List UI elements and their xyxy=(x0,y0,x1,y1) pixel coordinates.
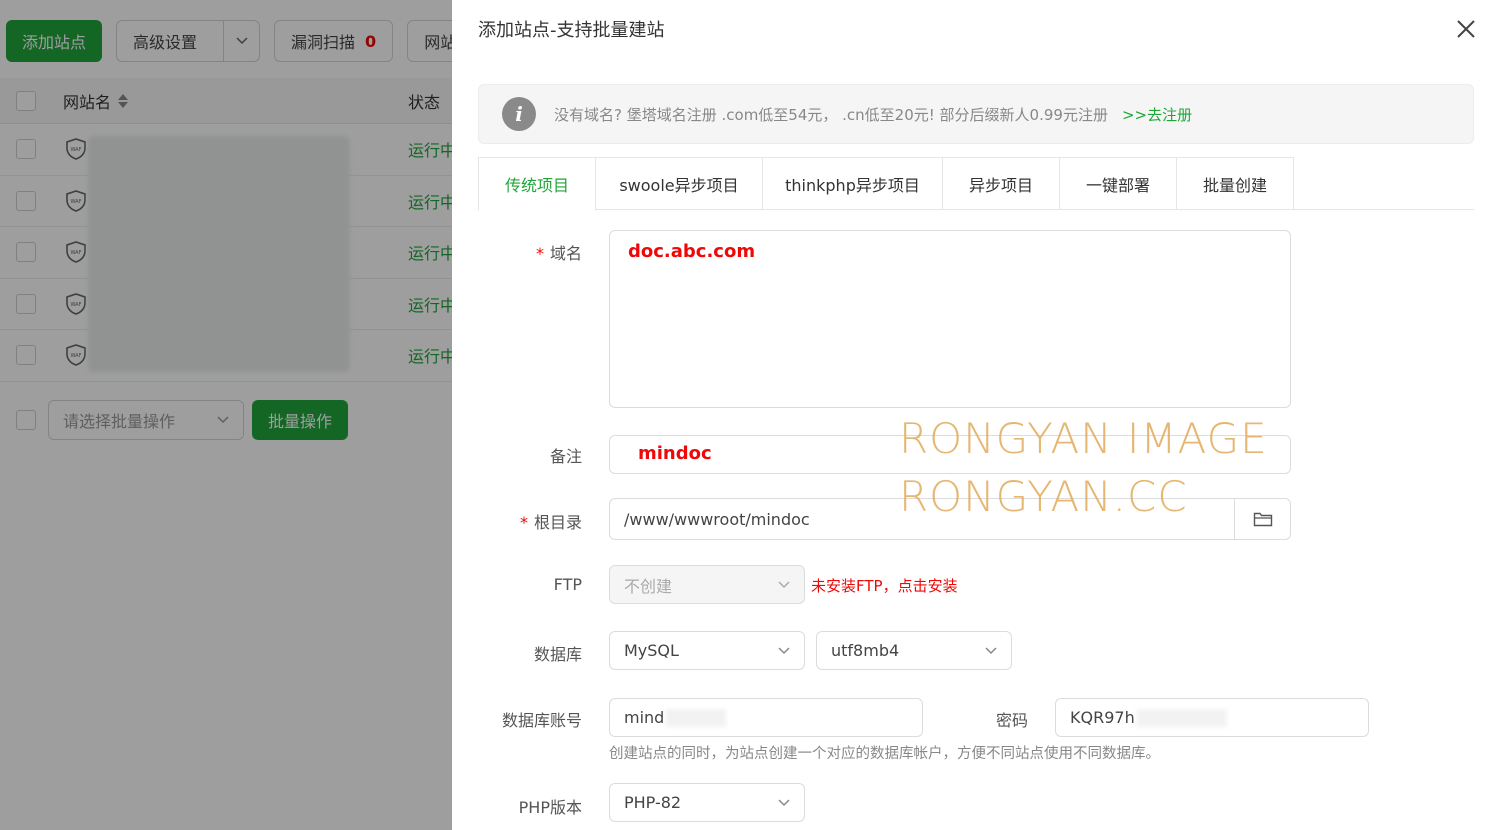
database-charset-value: utf8mb4 xyxy=(831,641,900,660)
domain-label: * 域名 xyxy=(535,244,582,263)
required-mark: * xyxy=(519,513,528,532)
tab-thinkphp[interactable]: thinkphp异步项目 xyxy=(763,157,943,210)
db-password-label: 密码 xyxy=(995,711,1028,730)
ftp-label: FTP xyxy=(553,575,582,594)
domain-textarea[interactable]: doc.abc.com xyxy=(609,230,1291,408)
database-type-select[interactable]: MySQL xyxy=(609,631,805,670)
tab-traditional[interactable]: 传统项目 xyxy=(478,157,596,211)
watermark-line2: RONGYAN.CC xyxy=(899,472,1188,521)
tab-batch-create[interactable]: 批量创建 xyxy=(1177,157,1294,210)
chevron-down-icon xyxy=(778,580,790,588)
domain-notice: i 没有域名? 堡塔域名注册 .com低至54元， .cn低至20元! 部分后缀… xyxy=(478,84,1474,144)
db-account-label: 数据库账号 xyxy=(501,711,582,730)
project-type-tabs: 传统项目 swoole异步项目 thinkphp异步项目 异步项目 一键部署 批… xyxy=(478,157,1474,211)
database-label: 数据库 xyxy=(533,645,582,664)
ftp-install-link[interactable]: 未安装FTP，点击安装 xyxy=(811,575,958,596)
chevron-down-icon xyxy=(985,646,997,654)
db-account-input[interactable]: mind xyxy=(609,698,923,737)
add-site-modal: 添加站点-支持批量建站 i 没有域名? 堡塔域名注册 .com低至54元， .c… xyxy=(452,0,1500,830)
php-version-label: PHP版本 xyxy=(518,798,582,817)
watermark-line1: RONGYAN IMAGE xyxy=(899,414,1268,463)
blurred-text xyxy=(1136,708,1227,727)
folder-icon[interactable] xyxy=(1234,499,1290,539)
notice-text: 没有域名? 堡塔域名注册 .com低至54元， .cn低至20元! 部分后缀新人… xyxy=(554,105,1108,124)
database-type-value: MySQL xyxy=(624,641,679,660)
close-icon[interactable] xyxy=(1454,17,1478,41)
modal-title: 添加站点-支持批量建站 xyxy=(478,20,665,41)
tab-async[interactable]: 异步项目 xyxy=(943,157,1060,210)
db-password-value: KQR97h xyxy=(1070,708,1135,727)
database-charset-select[interactable]: utf8mb4 xyxy=(816,631,1012,670)
info-icon: i xyxy=(502,97,536,131)
remark-label: 备注 xyxy=(549,447,582,466)
blurred-text xyxy=(666,708,727,727)
domain-value: doc.abc.com xyxy=(628,241,756,262)
chevron-down-icon xyxy=(778,798,790,806)
required-mark: * xyxy=(535,244,544,263)
root-dir-label: * 根目录 xyxy=(519,513,582,532)
ftp-select[interactable]: 不创建 xyxy=(609,565,805,604)
tab-one-click-deploy[interactable]: 一键部署 xyxy=(1060,157,1177,210)
tab-swoole[interactable]: swoole异步项目 xyxy=(596,157,763,210)
modal-header: 添加站点-支持批量建站 xyxy=(452,0,1500,58)
register-link[interactable]: >>去注册 xyxy=(1122,104,1192,125)
php-version-value: PHP-82 xyxy=(624,793,682,812)
db-account-value: mind xyxy=(624,708,665,727)
db-password-input[interactable]: KQR97h xyxy=(1055,698,1369,737)
db-hint: 创建站点的同时，为站点创建一个对应的数据库帐户，方便不同站点使用不同数据库。 xyxy=(609,746,1160,762)
remark-value: mindoc xyxy=(638,443,712,464)
ftp-select-value: 不创建 xyxy=(624,576,673,596)
php-version-select[interactable]: PHP-82 xyxy=(609,783,805,822)
chevron-down-icon xyxy=(778,646,790,654)
